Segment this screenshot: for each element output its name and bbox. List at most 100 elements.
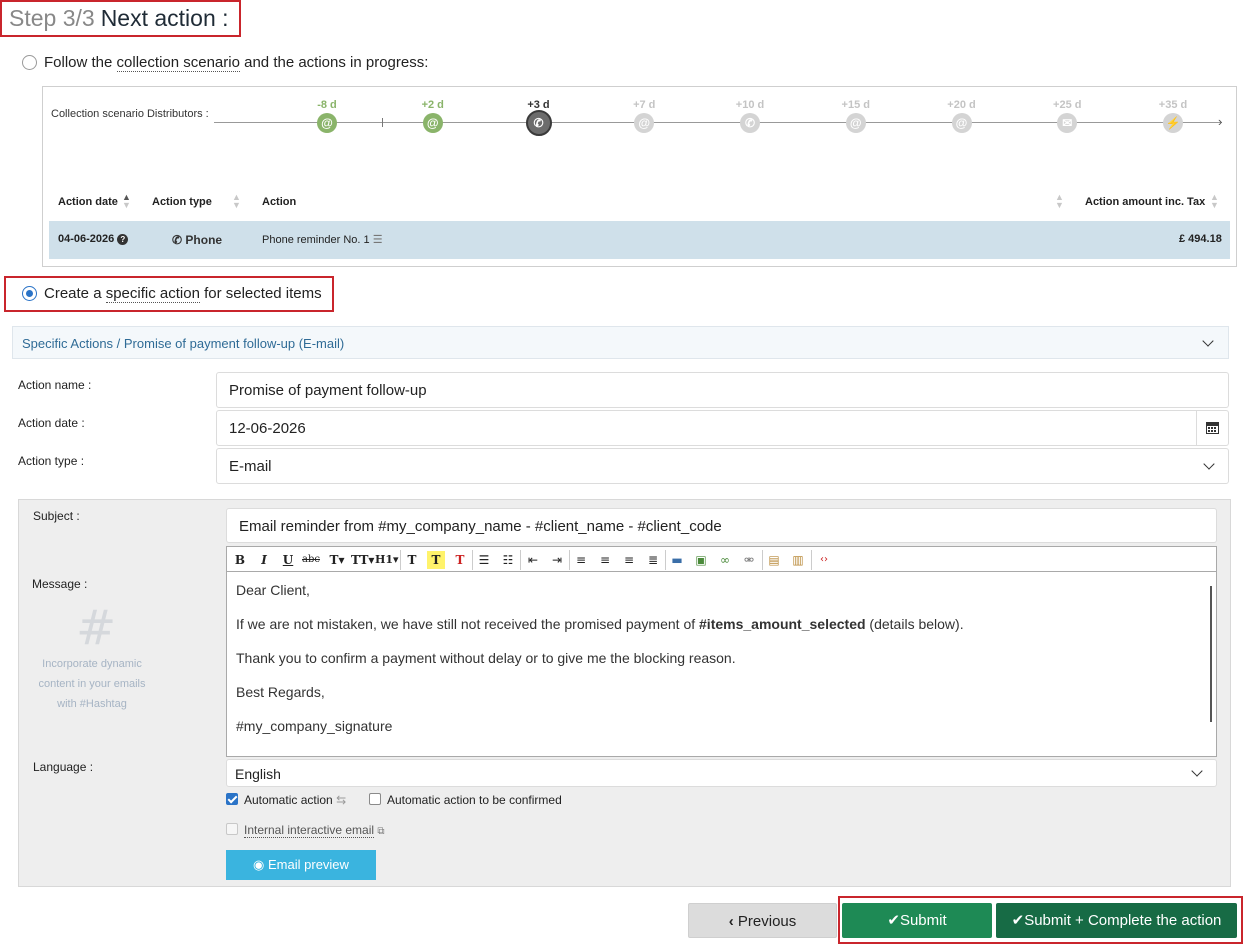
timeline-day-label: +2 d [421,99,444,111]
align-center-icon[interactable]: ≡ [596,551,614,569]
action-name-label: Action name : [18,378,92,392]
horizontal-rule-icon[interactable]: ▬ [668,551,686,569]
collection-scenario-link[interactable]: collection scenario [116,54,240,72]
font-icon[interactable]: T▾ [328,551,346,569]
toolbar-separator [665,550,666,570]
source-code-icon[interactable]: ‹› [815,551,833,569]
follow-scenario-radio[interactable] [22,55,37,70]
phone-icon[interactable]: ✆ [740,113,760,133]
sort-amount-icon[interactable]: ▲ ▼ [1210,193,1219,210]
paste-icon[interactable]: ▤ [765,551,783,569]
scenario-label: Collection scenario Distributors : [51,108,209,120]
follow-label-suffix: and the actions in progress: [239,54,429,71]
help-icon[interactable]: ? [117,234,129,245]
at-icon[interactable]: @ [951,113,972,133]
accordion-title[interactable]: Specific Actions / Promise of payment fo… [22,336,344,351]
message-line: Best Regards, [236,684,325,700]
image-icon[interactable]: ▣ [692,551,710,569]
today-marker [382,118,383,127]
bullet-list-icon[interactable]: ☰ [475,551,493,569]
specific-action-radio[interactable] [22,286,37,301]
action-type-label: Action type : [18,454,85,468]
lightning-icon[interactable]: ⚡ [1163,113,1183,133]
editor-scrollbar[interactable] [1210,586,1212,722]
step-heading: Next action : [100,5,229,31]
action-date-input[interactable]: 12-06-2026 [216,410,1197,446]
calendar-button[interactable] [1196,410,1229,446]
action-name-input[interactable]: Promise of payment follow-up [216,372,1229,408]
phone-icon: ✆ [172,233,183,247]
highlight-icon[interactable]: T [427,551,445,569]
align-left-icon[interactable]: ≡ [572,551,590,569]
external-link-icon[interactable]: ⧉ [377,826,384,837]
hashtag-icon: # [76,600,117,656]
table-row[interactable] [49,221,1230,259]
timeline-day-label: +20 d [947,99,976,111]
col-action-type[interactable]: Action type [152,196,212,208]
email-preview-button[interactable]: ◉ Email preview [226,850,376,880]
numbered-list-icon[interactable]: ☷ [499,551,517,569]
heading-icon[interactable]: H1▾ [375,551,399,569]
row-date: 04-06-2026? [58,233,129,245]
at-icon[interactable]: @ [317,113,337,133]
col-amount[interactable]: Action amount inc. Tax [1085,196,1205,208]
justify-icon[interactable]: ≣ [644,551,662,569]
timeline-day-label: -8 d [317,99,337,111]
link-icon[interactable]: ∞ [716,551,734,569]
submit-button[interactable]: ✔Submit [842,903,992,938]
automatic-action-checkbox[interactable] [226,793,238,805]
text-color-icon[interactable]: T [403,551,421,569]
sort-type-icon[interactable]: ▲ ▼ [232,193,241,210]
page-title: Step 3/3 Next action : [9,5,229,32]
hashtag-hint-2: content in your emails [38,678,146,690]
auto-confirm-label[interactable]: Automatic action to be confirmed [387,793,562,807]
font-size-icon[interactable]: TT▾ [351,551,374,569]
follow-scenario-label[interactable]: Follow the collection scenario and the a… [44,54,429,72]
strikethrough-icon[interactable]: abc [302,551,320,569]
toolbar-separator [811,550,812,570]
unlink-icon[interactable]: ⚮ [740,551,758,569]
subject-input[interactable]: Email reminder from #my_company_name - #… [226,508,1217,543]
paste-text-icon[interactable]: ▥ [789,551,807,569]
specific-action-label[interactable]: Create a specific action for selected it… [44,285,322,303]
timeline-day-label: +15 d [841,99,870,111]
submit-complete-button[interactable]: ✔Submit + Complete the action [996,903,1237,938]
timeline-day-label: +35 d [1158,99,1188,111]
underline-icon[interactable]: U [279,551,297,569]
previous-button[interactable]: ‹ Previous [688,903,837,938]
at-icon[interactable]: @ [845,113,866,133]
toolbar-separator [472,550,473,570]
auto-confirm-checkbox[interactable] [369,793,381,805]
italic-icon[interactable]: I [255,551,273,569]
row-action: Phone reminder No. 1 ☰ [262,234,383,246]
automatic-action-label[interactable]: Automatic action ⇆ [244,793,346,807]
outdent-icon[interactable]: ⇤ [524,551,542,569]
bold-icon[interactable]: B [231,551,249,569]
action-type-select[interactable]: E-mail [216,448,1229,484]
hashtag-hint-3: with #Hashtag [57,698,127,710]
specific-label-prefix: Create a [44,285,106,302]
timeline-day-label: +7 d [633,99,656,111]
specific-action-link[interactable]: specific action [105,285,200,303]
sort-action-icon[interactable]: ▲ ▼ [1055,193,1064,210]
message-line: Thank you to confirm a payment without d… [236,650,736,666]
message-label: Message : [32,577,88,591]
phone-icon[interactable]: ✆ [525,110,552,136]
sort-date-icon[interactable]: ▲ ▼ [122,193,131,210]
col-action[interactable]: Action [262,196,296,208]
specific-label-suffix: for selected items [199,285,322,302]
eye-icon: ◉ [253,857,265,872]
timeline-day-label: +25 d [1053,99,1082,111]
toolbar-separator [762,550,763,570]
internal-email-label[interactable]: Internal interactive email ⧉ [244,823,385,838]
clear-format-icon[interactable]: T [451,551,469,569]
internal-email-checkbox[interactable] [226,823,238,835]
col-action-date[interactable]: Action date [58,196,118,208]
language-select[interactable]: English [226,759,1217,787]
at-icon[interactable]: @ [422,113,443,133]
list-icon[interactable]: ☰ [373,234,383,246]
align-right-icon[interactable]: ≡ [620,551,638,569]
chevron-left-icon: ‹ [728,913,734,930]
repeat-icon: ⇆ [336,793,347,807]
indent-icon[interactable]: ⇥ [548,551,566,569]
